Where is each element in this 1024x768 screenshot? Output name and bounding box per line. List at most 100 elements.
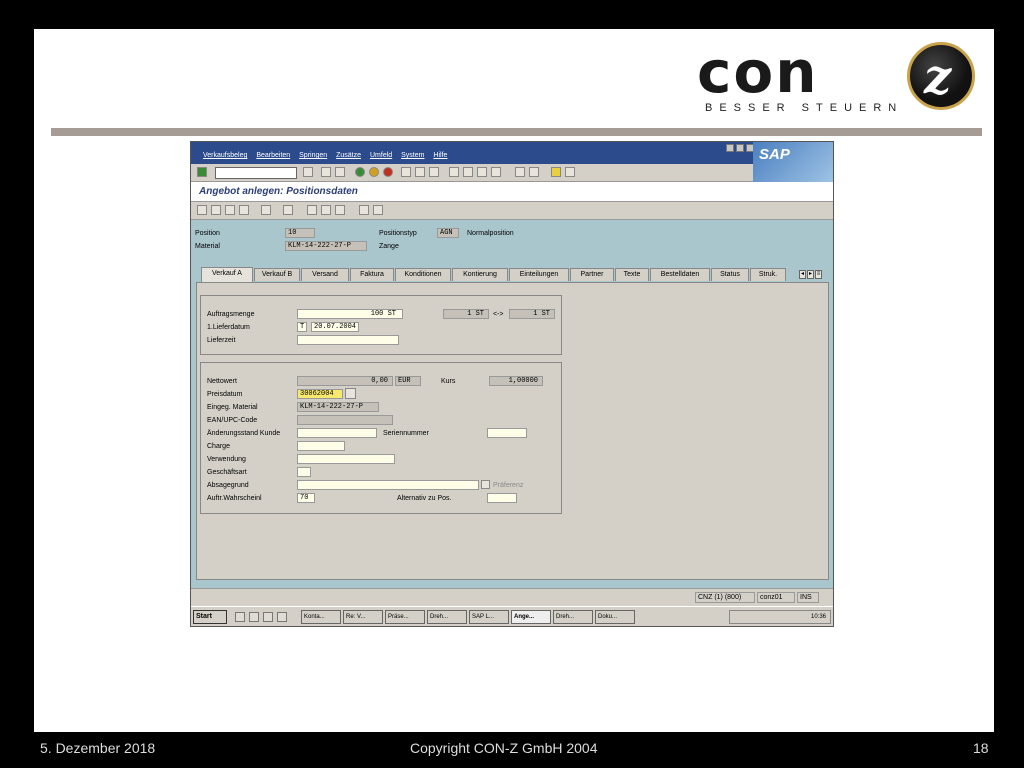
- tab-status[interactable]: Status: [711, 268, 749, 281]
- tab-list-icon[interactable]: ≡: [815, 270, 822, 279]
- item-overview-icon[interactable]: [321, 205, 331, 215]
- tab-scroll-right-icon[interactable]: ▸: [807, 270, 814, 279]
- clock: 10:36: [810, 614, 826, 620]
- exit-icon[interactable]: [369, 167, 379, 177]
- list-icon[interactable]: [359, 205, 369, 215]
- ie-icon[interactable]: [235, 612, 245, 622]
- position-field: 10: [285, 228, 315, 238]
- next-item-icon[interactable]: [225, 205, 235, 215]
- preisdatum-label: Preisdatum: [207, 391, 243, 398]
- cancel-icon[interactable]: [383, 167, 393, 177]
- lieferzeit-field[interactable]: [297, 335, 399, 345]
- preisdatum-field[interactable]: 30062004: [297, 389, 343, 399]
- tab-partner[interactable]: Partner: [570, 268, 614, 281]
- aenderungsstand-label: Änderungsstand Kunde: [207, 430, 281, 437]
- auftragsmenge-label: Auftragsmenge: [207, 311, 255, 318]
- task-re-v[interactable]: Re: V...: [343, 610, 383, 624]
- lieferdatum-field[interactable]: 20.07.2004: [311, 322, 359, 332]
- charge-field[interactable]: [297, 441, 345, 451]
- back-nav-icon[interactable]: [321, 167, 331, 177]
- start-button[interactable]: Start: [193, 610, 227, 624]
- new-session-icon[interactable]: [515, 167, 525, 177]
- footer-page-number: 18: [973, 740, 989, 756]
- details-icon[interactable]: [335, 205, 345, 215]
- menu-system[interactable]: System: [401, 152, 424, 159]
- wahrscheinl-field[interactable]: 70: [297, 493, 315, 503]
- auftragsmenge-field[interactable]: 100 ST: [297, 309, 403, 319]
- menu-bearbeiten[interactable]: Bearbeiten: [256, 152, 290, 159]
- currency-field: EUR: [395, 376, 421, 386]
- system-tray: 10:36: [729, 610, 831, 624]
- tab-struk[interactable]: Struk.: [750, 268, 786, 281]
- first-page-icon[interactable]: [449, 167, 459, 177]
- tab-verkauf-b[interactable]: Verkauf B: [254, 268, 300, 281]
- task-sap-l[interactable]: SAP L...: [469, 610, 509, 624]
- menu-umfeld[interactable]: Umfeld: [370, 152, 392, 159]
- alternativ-label: Alternativ zu Pos.: [397, 495, 452, 502]
- command-field[interactable]: [215, 167, 297, 179]
- verwendung-field[interactable]: [297, 454, 395, 464]
- prev-page-icon[interactable]: [463, 167, 473, 177]
- lieferdatum-type-field[interactable]: T: [297, 322, 307, 332]
- quicklaunch-icon[interactable]: [277, 612, 287, 622]
- layout-icon[interactable]: [565, 167, 575, 177]
- prev-item-icon[interactable]: [211, 205, 221, 215]
- last-page-icon[interactable]: [491, 167, 501, 177]
- tab-faktura[interactable]: Faktura: [350, 268, 394, 281]
- menu-hilfe[interactable]: Hilfe: [433, 152, 447, 159]
- praeferenz-label: Präferenz: [493, 482, 524, 489]
- menu-verkaufsbeleg[interactable]: Verkaufsbeleg: [203, 152, 247, 159]
- minimize-button[interactable]: [726, 144, 734, 152]
- tab-kontierung[interactable]: Kontierung: [452, 268, 508, 281]
- task-dreh-1[interactable]: Dreh...: [427, 610, 467, 624]
- task-konta[interactable]: Konta...: [301, 610, 341, 624]
- status-bar: CNZ (1) (800) conz01 INS: [191, 588, 833, 604]
- menu-springen[interactable]: Springen: [299, 152, 327, 159]
- find-next-icon[interactable]: [429, 167, 439, 177]
- seriennummer-label: Seriennummer: [383, 430, 429, 437]
- delete-icon[interactable]: [261, 205, 271, 215]
- first-item-icon[interactable]: [197, 205, 207, 215]
- alternativ-field[interactable]: [487, 493, 517, 503]
- save-icon[interactable]: [335, 167, 345, 177]
- enter-icon[interactable]: [197, 167, 207, 177]
- tab-bestelldaten[interactable]: Bestelldaten: [650, 268, 710, 281]
- next-page-icon[interactable]: [477, 167, 487, 177]
- nettowert-field: 0,00: [297, 376, 393, 386]
- praeferenz-checkbox[interactable]: [481, 480, 490, 489]
- absagegrund-field[interactable]: [297, 480, 479, 490]
- help-icon[interactable]: [551, 167, 561, 177]
- maximize-button[interactable]: [736, 144, 744, 152]
- dropdown-icon[interactable]: [303, 167, 313, 177]
- tab-scroll-left-icon[interactable]: ◂: [799, 270, 806, 279]
- tab-konditionen[interactable]: Konditionen: [395, 268, 451, 281]
- geschaeftsart-field[interactable]: [297, 467, 311, 477]
- tab-einteilungen[interactable]: Einteilungen: [509, 268, 569, 281]
- shortcut-icon[interactable]: [529, 167, 539, 177]
- header-icon[interactable]: [307, 205, 317, 215]
- conversion-right-field: 1 ST: [509, 309, 555, 319]
- seriennummer-field[interactable]: [487, 428, 527, 438]
- positionstyp-label: Positionstyp: [379, 230, 417, 237]
- tab-texte[interactable]: Texte: [615, 268, 649, 281]
- header-divider: [51, 128, 982, 136]
- calendar-icon[interactable]: [345, 388, 356, 399]
- menu-zusaetze[interactable]: Zusätze: [336, 152, 361, 159]
- task-dreh-2[interactable]: Dreh...: [553, 610, 593, 624]
- aenderungsstand-field[interactable]: [297, 428, 377, 438]
- tab-versand[interactable]: Versand: [301, 268, 349, 281]
- back-icon[interactable]: [355, 167, 365, 177]
- task-doku[interactable]: Doku...: [595, 610, 635, 624]
- find-icon[interactable]: [415, 167, 425, 177]
- desktop-icon[interactable]: [263, 612, 273, 622]
- application-toolbar: [191, 202, 833, 220]
- refresh-icon[interactable]: [283, 205, 293, 215]
- last-item-icon[interactable]: [239, 205, 249, 215]
- charge-label: Charge: [207, 443, 230, 450]
- tab-verkauf-a[interactable]: Verkauf A: [201, 267, 253, 282]
- task-praese[interactable]: Präse...: [385, 610, 425, 624]
- settings-icon[interactable]: [373, 205, 383, 215]
- print-icon[interactable]: [401, 167, 411, 177]
- task-ange[interactable]: Ange...: [511, 610, 551, 624]
- outlook-icon[interactable]: [249, 612, 259, 622]
